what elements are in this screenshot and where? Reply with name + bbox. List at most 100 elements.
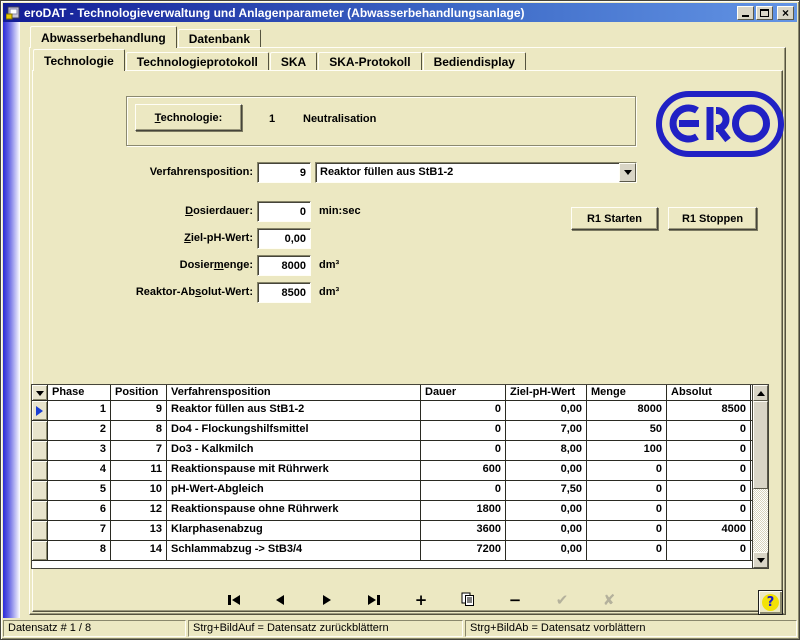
grid-cell[interactable]: Schlammabzug -> StB3/4 (167, 541, 421, 560)
minimize-button[interactable] (737, 6, 754, 20)
grid-cell[interactable]: 0 (667, 441, 751, 460)
column-header-position[interactable]: Position (111, 385, 167, 400)
grid-cell[interactable]: 0 (667, 481, 751, 500)
grid-cell[interactable]: 8,00 (506, 441, 587, 460)
grid-cell[interactable]: 0 (587, 541, 667, 560)
grid-cell[interactable]: 7200 (421, 541, 506, 560)
column-header-menge[interactable]: Menge (587, 385, 667, 400)
verfahrensposition-combobox[interactable]: Reaktor füllen aus StB1-2 (315, 162, 637, 183)
prior-record-button[interactable] (266, 590, 294, 610)
grid-cell[interactable]: 0,00 (506, 541, 587, 560)
grid-cell[interactable]: 100 (587, 441, 667, 460)
grid-cell[interactable]: 11 (111, 461, 167, 480)
grid-cell[interactable]: 2 (48, 421, 111, 440)
grid-cell[interactable]: 13 (111, 521, 167, 540)
reaktor-absolut-input[interactable] (257, 282, 311, 303)
grid-cell[interactable]: Reaktionspause mit Rührwerk (167, 461, 421, 480)
grid-cell[interactable]: 7 (48, 521, 111, 540)
grid-cell[interactable]: 10 (111, 481, 167, 500)
maximize-button[interactable] (756, 6, 773, 20)
grid-cell[interactable]: 0 (667, 421, 751, 440)
grid-cell[interactable]: 0,00 (506, 521, 587, 540)
cancel-edit-icon: ✘ (603, 593, 616, 607)
table-row: 37Do3 - Kalkmilch08,001000 (32, 441, 768, 461)
grid-cell[interactable]: 0,00 (506, 501, 587, 520)
copy-record-button[interactable] (454, 590, 482, 610)
chevron-down-icon[interactable] (619, 163, 636, 182)
grid-cell[interactable]: 3 (48, 441, 111, 460)
grid-cell[interactable]: 600 (421, 461, 506, 480)
grid-cell[interactable]: 8 (48, 541, 111, 560)
dosiermenge-input[interactable] (257, 255, 311, 276)
arrow-down-icon (757, 558, 765, 563)
grid-cell[interactable]: 8 (111, 421, 167, 440)
insert-record-button[interactable]: + (407, 590, 435, 610)
column-header-absolut[interactable]: Absolut (667, 385, 751, 400)
grid-cell[interactable]: 1 (48, 401, 111, 420)
grid-cell[interactable]: 0,00 (506, 461, 587, 480)
grid-cell[interactable]: 0 (587, 461, 667, 480)
grid-cell[interactable]: 0 (587, 501, 667, 520)
grid-cell[interactable]: 0 (587, 521, 667, 540)
grid-cell[interactable]: Reaktionspause ohne Rührwerk (167, 501, 421, 520)
grid-cell[interactable]: Do4 - Flockungshilfsmittel (167, 421, 421, 440)
technologie-button[interactable]: Technologie: (135, 104, 242, 131)
last-record-button[interactable] (360, 590, 388, 610)
grid-cell[interactable]: 8500 (667, 401, 751, 420)
subtab-ska-protokoll[interactable]: SKA-Protokoll (318, 52, 421, 70)
close-button[interactable]: × (777, 6, 794, 20)
subtab-bediendisplay[interactable]: Bediendisplay (423, 52, 526, 70)
column-header-dauer[interactable]: Dauer (421, 385, 506, 400)
grid-cell[interactable]: 0 (667, 461, 751, 480)
scroll-up-button[interactable] (753, 385, 768, 401)
column-header-verfahrensposition[interactable]: Verfahrensposition (167, 385, 421, 400)
delete-record-icon: − (509, 593, 522, 607)
subtab-ska[interactable]: SKA (270, 52, 317, 70)
vertical-scrollbar[interactable] (752, 385, 768, 568)
grid-cell[interactable]: 50 (587, 421, 667, 440)
grid-cell[interactable]: 0 (421, 441, 506, 460)
r1-stoppen-button[interactable]: R1 Stoppen (668, 207, 757, 230)
grid-cell[interactable]: 0 (421, 401, 506, 420)
grid-cell[interactable]: 4 (48, 461, 111, 480)
delete-record-button[interactable]: − (501, 590, 529, 610)
dosierdauer-input[interactable] (257, 201, 311, 222)
scroll-down-button[interactable] (753, 552, 768, 568)
grid-cell[interactable]: 0,00 (506, 401, 587, 420)
tab-abwasserbehandlung[interactable]: Abwasserbehandlung (30, 26, 177, 48)
grid-cell[interactable]: 3600 (421, 521, 506, 540)
first-record-button[interactable] (219, 590, 247, 610)
grid-cell[interactable]: 7,00 (506, 421, 587, 440)
grid-cell[interactable]: 12 (111, 501, 167, 520)
grid-cell[interactable]: Do3 - Kalkmilch (167, 441, 421, 460)
next-record-button[interactable] (313, 590, 341, 610)
r1-starten-button[interactable]: R1 Starten (571, 207, 658, 230)
grid-cell[interactable]: 9 (111, 401, 167, 420)
grid-cell[interactable]: 7 (111, 441, 167, 460)
ziel-ph-input[interactable] (257, 228, 311, 249)
subtab-technologieprotokoll[interactable]: Technologieprotokoll (126, 52, 269, 70)
grid-corner-cell[interactable] (32, 385, 48, 400)
grid-cell[interactable]: 4000 (667, 521, 751, 540)
grid-cell[interactable]: pH-Wert-Abgleich (167, 481, 421, 500)
help-button[interactable]: ? (758, 590, 783, 615)
grid-cell[interactable]: 6 (48, 501, 111, 520)
scrollbar-thumb[interactable] (753, 401, 768, 489)
grid-cell[interactable]: 7,50 (506, 481, 587, 500)
grid-cell[interactable]: 0 (587, 481, 667, 500)
column-header-ziel-ph-wert[interactable]: Ziel-pH-Wert (506, 385, 587, 400)
grid-cell[interactable]: 0 (421, 481, 506, 500)
verfahrensposition-input[interactable] (257, 162, 311, 183)
grid-cell[interactable]: 0 (667, 541, 751, 560)
grid-cell[interactable]: 8000 (587, 401, 667, 420)
grid-cell[interactable]: 0 (667, 501, 751, 520)
column-header-phase[interactable]: Phase (48, 385, 111, 400)
grid-cell[interactable]: 0 (421, 421, 506, 440)
grid-cell[interactable]: Reaktor füllen aus StB1-2 (167, 401, 421, 420)
grid-cell[interactable]: 1800 (421, 501, 506, 520)
subtab-technologie[interactable]: Technologie (33, 49, 125, 71)
grid-cell[interactable]: 5 (48, 481, 111, 500)
tab-datenbank[interactable]: Datenbank (178, 29, 261, 47)
grid-cell[interactable]: Klarphasenabzug (167, 521, 421, 540)
grid-cell[interactable]: 14 (111, 541, 167, 560)
